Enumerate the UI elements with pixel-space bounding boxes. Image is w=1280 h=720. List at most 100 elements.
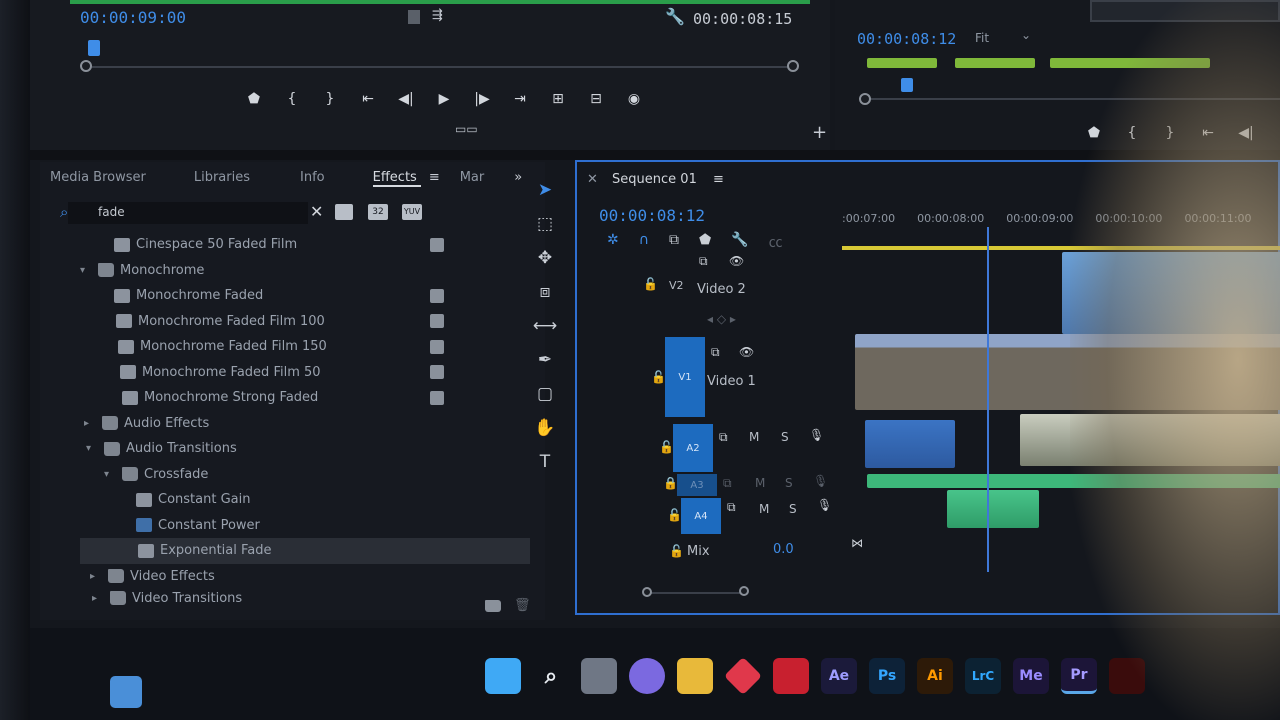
chevron-down-icon[interactable]: ▾ xyxy=(80,265,92,276)
audio-clip-a3[interactable] xyxy=(867,474,1280,488)
widgets-icon[interactable] xyxy=(110,676,142,708)
microphone-icon[interactable]: 🎙 xyxy=(813,474,828,488)
list-item[interactable]: Monochrome Faded Film 50 xyxy=(80,360,530,386)
ripple-edit-icon[interactable]: ✥ xyxy=(532,246,558,270)
button-editor-icon[interactable]: ▭▭ xyxy=(455,122,478,136)
track-id-a4[interactable]: A4 xyxy=(681,498,721,534)
linked-selection-icon[interactable]: ⧉ xyxy=(669,232,679,252)
tab-info[interactable]: Info xyxy=(300,170,373,187)
effects-search-input[interactable]: fade xyxy=(68,202,308,224)
accelerated-effects-icon[interactable] xyxy=(335,204,353,220)
zoom-scroll-bar[interactable] xyxy=(647,592,745,594)
solo-button[interactable]: S xyxy=(781,430,789,444)
mix-volume-value[interactable]: 0.0 xyxy=(773,542,794,557)
slip-tool-icon[interactable]: ⟷ xyxy=(532,314,558,338)
audio-waveform-icon[interactable]: ⇶ xyxy=(432,8,443,23)
lock-icon[interactable]: 🔓 xyxy=(643,277,658,291)
toggle-output-icon[interactable]: ⧉ xyxy=(699,254,708,269)
chevron-down-icon[interactable]: ⌄ xyxy=(1021,28,1031,42)
audio-clip-a4[interactable] xyxy=(947,490,1039,528)
zoom-knob-left[interactable] xyxy=(642,587,652,597)
add-marker-icon[interactable]: ⬟ xyxy=(1075,120,1113,146)
new-bin-icon[interactable] xyxy=(485,600,501,612)
solo-button[interactable]: S xyxy=(785,476,793,490)
captions-icon[interactable]: ㏄ xyxy=(769,232,783,252)
track-id-v2[interactable]: V2 xyxy=(669,279,684,292)
track-id-v1[interactable]: V1 xyxy=(665,337,705,417)
windows-start-icon[interactable] xyxy=(485,658,521,694)
tab-effects[interactable]: Effects xyxy=(372,170,421,187)
eye-icon[interactable]: 👁 xyxy=(729,254,744,268)
mark-in-icon[interactable]: { xyxy=(273,86,311,112)
program-scrub-bar[interactable] xyxy=(865,98,1280,100)
timeline-playhead[interactable] xyxy=(987,227,989,572)
sync-lock-icon[interactable]: ⧉ xyxy=(723,476,732,491)
video-clip-v2[interactable] xyxy=(1062,252,1280,334)
add-marker-icon[interactable]: ⬟ xyxy=(699,232,711,252)
wrench-icon[interactable]: 🔧 xyxy=(665,7,685,26)
lock-icon[interactable]: 🔓 xyxy=(651,370,666,384)
sync-lock-icon[interactable]: ⧉ xyxy=(727,500,736,515)
list-item[interactable]: Monochrome Faded Film 150 xyxy=(80,334,530,360)
program-playhead[interactable] xyxy=(901,78,913,92)
red-diamond-app-icon[interactable] xyxy=(723,656,763,696)
nest-toggle-icon[interactable]: ✲ xyxy=(607,232,619,252)
teams-icon[interactable] xyxy=(629,658,665,694)
track-id-a2[interactable]: A2 xyxy=(673,424,713,472)
yuv-effects-icon[interactable]: YUV xyxy=(402,204,422,220)
rectangle-tool-icon[interactable]: ▢ xyxy=(532,382,558,406)
lock-icon[interactable]: 🔓 xyxy=(659,440,674,454)
lock-icon[interactable]: 🔓 xyxy=(667,508,682,522)
insert-clip-icon[interactable] xyxy=(408,10,420,24)
source-scrub-bar[interactable] xyxy=(82,66,794,68)
pen-tool-icon[interactable]: ✒ xyxy=(532,348,558,372)
list-item[interactable]: ▾ Crossfade xyxy=(80,462,530,488)
keyframe-nav-icon[interactable]: ◂ ◇ ▸ xyxy=(707,312,736,326)
export-frame-icon[interactable]: ◉ xyxy=(615,86,653,112)
list-item[interactable]: Cinespace 50 Faded Film xyxy=(80,232,530,258)
scrub-start-knob[interactable] xyxy=(80,60,92,72)
32-bit-effects-icon[interactable]: 32 xyxy=(368,204,388,220)
step-forward-icon[interactable]: |▶ xyxy=(463,86,501,112)
list-item[interactable]: ▸ Video Transitions xyxy=(80,589,530,607)
go-to-in-icon[interactable]: ⇤ xyxy=(349,86,387,112)
program-scrub-knob[interactable] xyxy=(859,93,871,105)
list-item[interactable]: Exponential Fade xyxy=(80,538,530,564)
audio-clip-a2[interactable] xyxy=(1020,414,1280,466)
mute-button[interactable]: M xyxy=(755,476,765,490)
add-button-icon[interactable]: + xyxy=(812,122,827,143)
selection-tool-icon[interactable]: ➤ xyxy=(532,178,558,202)
add-marker-icon[interactable]: ⬟ xyxy=(235,86,273,112)
go-to-out-icon[interactable]: ⇥ xyxy=(501,86,539,112)
wrench-icon[interactable]: 🔧 xyxy=(731,232,748,252)
scrub-end-knob[interactable] xyxy=(787,60,799,72)
work-area-bar[interactable] xyxy=(842,246,1280,250)
microphone-icon[interactable]: 🎙 xyxy=(809,428,824,442)
mark-out-icon[interactable]: } xyxy=(1151,120,1189,146)
fit-dropdown[interactable]: Fit xyxy=(975,31,989,45)
track-select-icon[interactable]: ⬚ xyxy=(532,212,558,236)
tab-media-browser[interactable]: Media Browser xyxy=(50,170,194,187)
media-encoder-icon[interactable]: Me xyxy=(1013,658,1049,694)
premiere-pro-icon[interactable]: Pr xyxy=(1061,658,1097,694)
task-view-icon[interactable] xyxy=(581,658,617,694)
chevron-down-icon[interactable]: ▾ xyxy=(86,443,98,454)
search-icon[interactable]: ⌕ xyxy=(533,658,569,694)
zoom-knob-right[interactable] xyxy=(739,586,749,596)
source-playhead[interactable] xyxy=(88,40,100,56)
chevron-right-icon[interactable]: ▸ xyxy=(92,593,104,604)
source-timecode-in[interactable]: 00:00:09:00 xyxy=(80,8,186,27)
sequence-tab[interactable]: ✕ Sequence 01 ≡ xyxy=(587,172,724,187)
file-explorer-icon[interactable] xyxy=(677,658,713,694)
list-item[interactable]: Constant Power xyxy=(80,513,530,539)
list-item[interactable]: ▾ Monochrome xyxy=(80,258,530,284)
illustrator-icon[interactable]: Ai xyxy=(917,658,953,694)
toggle-output-icon[interactable]: ⧉ xyxy=(711,345,720,360)
list-item[interactable]: Constant Gain xyxy=(80,487,530,513)
mark-in-icon[interactable]: { xyxy=(1113,120,1151,146)
program-timecode[interactable]: 00:00:08:12 xyxy=(857,30,956,48)
snap-icon[interactable]: ∩ xyxy=(639,232,649,252)
hand-tool-icon[interactable]: ✋ xyxy=(532,416,558,440)
list-item[interactable]: ▸ Audio Effects xyxy=(80,411,530,437)
timeline-timecode[interactable]: 00:00:08:12 xyxy=(599,206,705,225)
